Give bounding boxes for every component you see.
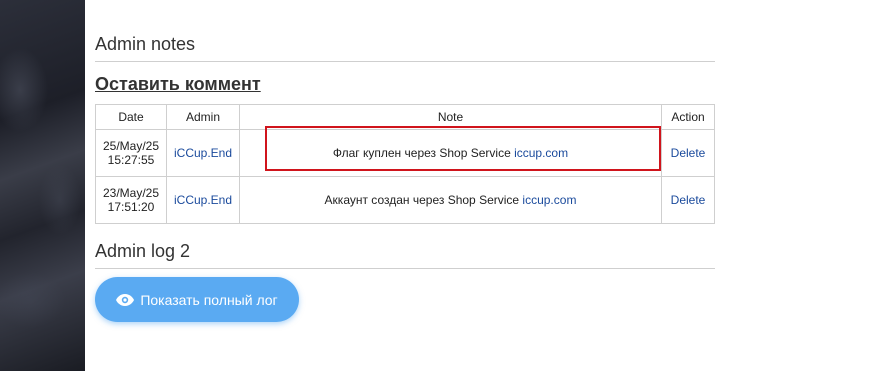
column-header-action: Action [661,104,715,130]
column-header-note: Note [239,104,662,130]
date-value: 25/May/25 [102,139,160,153]
column-header-date: Date [95,104,167,130]
note-cell: Аккаунт создан через Shop Service iccup.… [239,176,662,224]
admin-cell: iCCup.End [166,129,240,177]
table-header-row: Date Admin Note Action [95,104,715,130]
admin-cell: iCCup.End [166,176,240,224]
background-artwork [0,0,85,371]
note-cell: Флаг куплен через Shop Service iccup.com [239,129,662,177]
admin-log-title: Admin log 2 [95,241,715,269]
action-cell: Delete [661,176,715,224]
column-header-admin: Admin [166,104,240,130]
table-row: 23/May/25 17:51:20 iCCup.End Аккаунт соз… [95,176,715,224]
date-cell: 25/May/25 15:27:55 [95,129,167,177]
show-full-log-button[interactable]: Показать полный лог [95,277,299,322]
table-row: 25/May/25 15:27:55 iCCup.End Флаг куплен… [95,129,715,177]
eye-icon [116,293,135,306]
delete-link[interactable]: Delete [671,146,706,160]
admin-link[interactable]: iCCup.End [174,146,232,160]
admin-notes-table: Date Admin Note Action 25/May/25 15:27:5… [95,104,715,224]
action-cell: Delete [661,129,715,177]
admin-link[interactable]: iCCup.End [174,193,232,207]
show-full-log-label: Показать полный лог [140,291,278,308]
note-text: Флаг куплен через Shop Service [332,146,515,160]
note-text: Аккаунт создан через Shop Service [324,193,523,207]
note-link[interactable]: iccup.com [522,193,576,207]
time-value: 15:27:55 [107,153,155,167]
date-cell: 23/May/25 17:51:20 [95,176,167,224]
admin-notes-title: Admin notes [95,34,715,62]
delete-link[interactable]: Delete [671,193,706,207]
note-link[interactable]: iccup.com [514,146,568,160]
leave-comment-link[interactable]: Оставить коммент [95,74,261,95]
time-value: 17:51:20 [107,200,155,214]
date-value: 23/May/25 [102,186,160,200]
